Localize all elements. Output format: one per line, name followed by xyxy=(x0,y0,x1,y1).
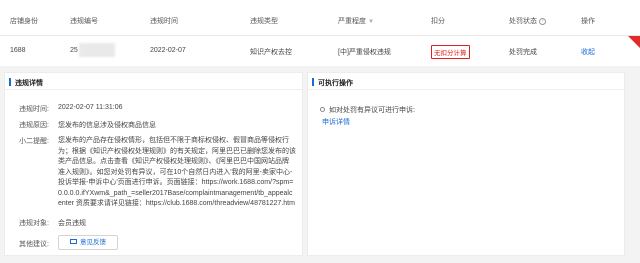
header-violation-type: 违规类型 xyxy=(250,18,278,25)
header-deduction: 扣分 xyxy=(431,18,445,25)
table-row: 1688 25 2022-02-07 知识产权去控 [中]严重侵权违规 无扣分计… xyxy=(0,36,640,66)
operations-panel: 可执行操作 如对处罚有异议可进行申诉: 申诉详情 xyxy=(307,72,625,256)
reason-label: 违规原因: xyxy=(19,122,49,129)
tip-line: 您发布的产品存在侵权情形，包括但不限于商标权侵权、假冒商品等侵权行 xyxy=(58,137,289,144)
tip-line: 投诉举报-申诉中心'页面进行申诉。页面链接：https://work.1688.… xyxy=(58,179,294,186)
table-header: 店铺身份 违规编号 违规时间 违规类型 严重程度 ▼ 扣分 处罚状态? 操作 xyxy=(0,0,640,36)
cell-violation-type: 知识产权去控 xyxy=(250,49,292,56)
header-violation-time: 违规时间 xyxy=(150,18,178,25)
header-severity-label: 严重程度 xyxy=(338,18,366,25)
header-severity[interactable]: 严重程度 ▼ xyxy=(338,16,374,26)
tip-line: 0.0.0.0.ifYXwm&_path_=seller2017Base/com… xyxy=(58,189,293,197)
cell-penalty-status: 处罚完成 xyxy=(509,49,537,56)
time-label: 违规时间: xyxy=(19,106,49,113)
header-penalty-status-label: 处罚状态 xyxy=(509,18,537,25)
corner-flag-icon xyxy=(628,36,640,48)
suggest-label: 其他建议: xyxy=(19,241,49,248)
cell-violation-no: 25 xyxy=(70,47,78,54)
panel-title: 可执行操作 xyxy=(318,80,353,87)
circle-icon xyxy=(320,106,325,112)
question-icon[interactable]: ? xyxy=(539,17,546,25)
tip-label: 小二提醒: xyxy=(19,138,49,145)
appeal-details-link[interactable]: 申诉详情 xyxy=(322,117,350,127)
target-label: 违规对象: xyxy=(19,220,49,227)
tip-line: enter 资质要求请详见链接：https://club.1688.com/th… xyxy=(58,200,295,207)
cell-violation-time: 2022-02-07 xyxy=(150,47,186,54)
panel-title: 违规详情 xyxy=(15,80,43,87)
tip-line: 准入规则》。如您对处罚有异议，可在10个自然日内进入'我的阿里-卖家中心- xyxy=(58,168,293,176)
collapse-link[interactable]: 收起 xyxy=(581,47,595,57)
appeal-hint: 如对处罚有异议可进行申诉: xyxy=(320,105,415,115)
tip-text: 您发布的产品存在侵权情形，包括但不限于商标权侵权、假冒商品等侵权行 为；根据《知… xyxy=(58,136,298,210)
feedback-button[interactable]: 意见反馈 xyxy=(58,235,118,250)
target-value: 会员违规 xyxy=(58,220,86,227)
panel-header: 违规详情 xyxy=(5,73,302,90)
header-violation-no: 违规编号 xyxy=(70,18,98,25)
cell-shop-identity: 1688 xyxy=(10,47,26,54)
panel-header: 可执行操作 xyxy=(308,73,624,90)
redacted-block xyxy=(79,43,115,57)
header-actions: 操作 xyxy=(581,18,595,25)
feedback-button-label: 意见反馈 xyxy=(80,239,106,246)
tip-line: 为；根据《知识产权侵权处理规则》的有关规定，阿里巴巴已删除您发布的该 xyxy=(58,147,296,155)
header-penalty-status: 处罚状态? xyxy=(509,16,546,26)
time-value: 2022-02-07 11:31:06 xyxy=(58,104,123,111)
tip-line: 类产品信息。点击查看《知识产权侵权处理规则》、《阿里巴巴中国网站品牌 xyxy=(58,158,289,165)
reason-value: 您发布的信息涉及侵权商品信息 xyxy=(58,122,156,129)
sort-icon[interactable]: ▼ xyxy=(368,19,374,25)
violation-details-panel: 违规详情 违规时间: 2022-02-07 11:31:06 违规原因: 您发布… xyxy=(4,72,303,256)
appeal-hint-text: 如对处罚有异议可进行申诉: xyxy=(329,107,415,114)
cell-severity: [中]严重侵权违规 xyxy=(338,49,391,56)
header-shop-identity: 店铺身份 xyxy=(10,18,38,25)
detail-area: 违规详情 违规时间: 2022-02-07 11:31:06 违规原因: 您发布… xyxy=(0,66,640,263)
deduction-badge: 无扣分计算 xyxy=(431,45,470,59)
mail-icon xyxy=(70,238,77,244)
